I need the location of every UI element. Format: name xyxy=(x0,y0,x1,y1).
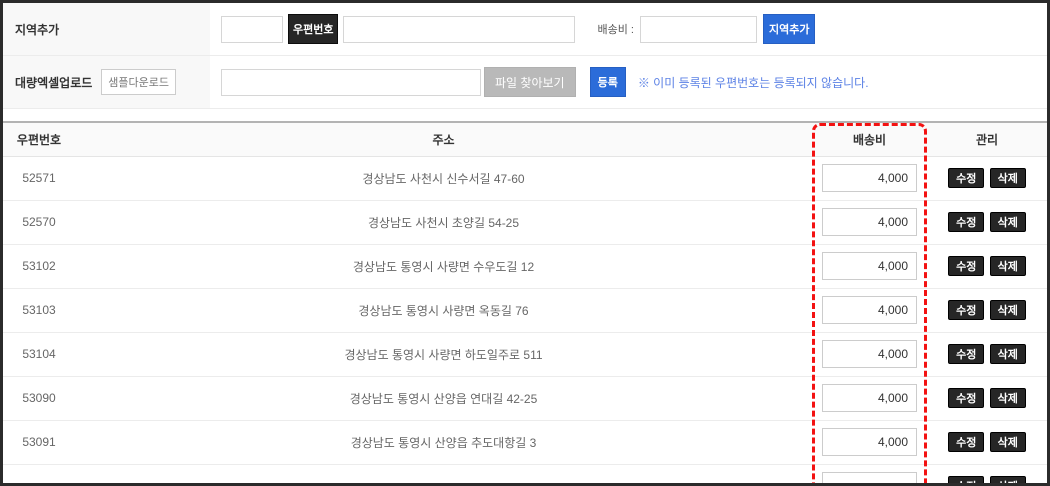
address-cell: 경상남도 통영시 산양읍 추도대항길 3 xyxy=(75,420,812,464)
shipping-fee-cell xyxy=(812,156,927,200)
bulk-upload-content: 파일 찾아보기 등록 ※ 이미 등록된 우편번호는 등록되지 않습니다. xyxy=(210,56,1047,108)
table-row: 53104 경상남도 통영시 사량면 하도일주로 511 수정 삭제 xyxy=(3,332,1047,376)
region-add-content: 우편번호 배송비 : 지역추가 xyxy=(210,3,1047,55)
edit-button[interactable]: 수정 xyxy=(948,256,984,276)
file-browse-button[interactable]: 파일 찾아보기 xyxy=(484,67,576,97)
delete-button[interactable]: 삭제 xyxy=(990,168,1026,188)
shipping-fee-cell xyxy=(812,200,927,244)
shipping-fee-admin-panel: 지역추가 우편번호 배송비 : 지역추가 대량엑셀업로드 샘플다운로드 파일 찾… xyxy=(0,0,1050,486)
manage-cell: 수정 삭제 xyxy=(927,420,1047,464)
manage-cell: 수정 삭제 xyxy=(927,376,1047,420)
address-cell: 경상남도 통영시 산양읍 연대길 42-25 xyxy=(75,376,812,420)
header-postal-code: 우편번호 xyxy=(3,123,75,156)
manage-cell: 수정 삭제 xyxy=(927,244,1047,288)
delete-button[interactable]: 삭제 xyxy=(990,344,1026,364)
address-cell: 경상남도 통영시 사량면 옥동길 76 xyxy=(75,288,812,332)
shipping-fee-input[interactable] xyxy=(822,340,917,368)
address-cell: 경상남도 통영시 사량면 하도일주로 511 xyxy=(75,332,812,376)
fee-table-header-row: 우편번호 주소 배송비 관리 xyxy=(3,123,1047,156)
address-cell: 경상남도 사천시 초양길 54-25 xyxy=(75,200,812,244)
shipping-fee-cell xyxy=(812,464,927,486)
table-row: 53102 경상남도 통영시 사량면 수우도길 12 수정 삭제 xyxy=(3,244,1047,288)
address-cell: 경상남도 사천시 신수서길 47-60 xyxy=(75,156,812,200)
postal-code-cell: 53104 xyxy=(3,332,75,376)
edit-button[interactable]: 수정 xyxy=(948,212,984,232)
postal-code-cell xyxy=(3,464,75,486)
fee-table: 우편번호 주소 배송비 관리 52571 경상남도 사천시 신수서길 47-60… xyxy=(3,123,1047,486)
shipping-fee-cell xyxy=(812,376,927,420)
manage-cell: 수정 삭제 xyxy=(927,200,1047,244)
table-row: 53091 경상남도 통영시 산양읍 추도대항길 3 수정 삭제 xyxy=(3,420,1047,464)
sample-download-button[interactable]: 샘플다운로드 xyxy=(101,69,176,95)
address-input[interactable] xyxy=(343,16,575,43)
delete-button[interactable]: 삭제 xyxy=(990,476,1026,486)
table-row: 수정 삭제 xyxy=(3,464,1047,486)
shipping-fee-input[interactable] xyxy=(822,472,917,486)
shipping-fee-cell xyxy=(812,332,927,376)
shipping-fee-cell xyxy=(812,288,927,332)
fee-table-body: 52571 경상남도 사천시 신수서길 47-60 수정 삭제 52570 경상… xyxy=(3,156,1047,486)
shipping-fee-input[interactable] xyxy=(822,208,917,236)
shipping-fee-input[interactable] xyxy=(822,252,917,280)
region-add-button[interactable]: 지역추가 xyxy=(763,14,815,44)
postal-code-search-button[interactable]: 우편번호 xyxy=(288,14,338,44)
delete-button[interactable]: 삭제 xyxy=(990,388,1026,408)
table-row: 53103 경상남도 통영시 사량면 옥동길 76 수정 삭제 xyxy=(3,288,1047,332)
bulk-upload-label: 대량엑셀업로드 xyxy=(15,74,92,91)
shipping-fee-input[interactable] xyxy=(822,296,917,324)
shipping-fee-input[interactable] xyxy=(822,428,917,456)
postal-code-cell: 53102 xyxy=(3,244,75,288)
table-row: 52570 경상남도 사천시 초양길 54-25 수정 삭제 xyxy=(3,200,1047,244)
delete-button[interactable]: 삭제 xyxy=(990,432,1026,452)
postal-code-cell: 52571 xyxy=(3,156,75,200)
edit-button[interactable]: 수정 xyxy=(948,344,984,364)
header-address: 주소 xyxy=(75,123,812,156)
edit-button[interactable]: 수정 xyxy=(948,432,984,452)
shipping-fee-cell xyxy=(812,420,927,464)
header-shipping-fee: 배송비 xyxy=(812,123,927,156)
address-cell: 경상남도 통영시 사량면 수우도길 12 xyxy=(75,244,812,288)
address-cell xyxy=(75,464,812,486)
shipping-fee-cell xyxy=(812,244,927,288)
postal-code-cell: 52570 xyxy=(3,200,75,244)
manage-cell: 수정 삭제 xyxy=(927,288,1047,332)
manage-cell: 수정 삭제 xyxy=(927,464,1047,486)
postal-code-cell: 53103 xyxy=(3,288,75,332)
table-row: 53090 경상남도 통영시 산양읍 연대길 42-25 수정 삭제 xyxy=(3,376,1047,420)
edit-button[interactable]: 수정 xyxy=(948,388,984,408)
shipping-fee-form-label: 배송비 : xyxy=(597,21,633,37)
delete-button[interactable]: 삭제 xyxy=(990,212,1026,232)
bulk-upload-label-cell: 대량엑셀업로드 샘플다운로드 xyxy=(3,56,210,108)
bulk-upload-row: 대량엑셀업로드 샘플다운로드 파일 찾아보기 등록 ※ 이미 등록된 우편번호는… xyxy=(3,56,1047,109)
header-manage: 관리 xyxy=(927,123,1047,156)
postal-code-cell: 53090 xyxy=(3,376,75,420)
manage-cell: 수정 삭제 xyxy=(927,332,1047,376)
manage-cell: 수정 삭제 xyxy=(927,156,1047,200)
shipping-fee-input[interactable] xyxy=(822,164,917,192)
delete-button[interactable]: 삭제 xyxy=(990,256,1026,276)
fee-table-section: 우편번호 주소 배송비 관리 52571 경상남도 사천시 신수서길 47-60… xyxy=(3,121,1047,486)
file-path-input[interactable] xyxy=(221,69,481,96)
shipping-fee-form-input[interactable] xyxy=(640,16,757,43)
register-button[interactable]: 등록 xyxy=(590,67,626,97)
edit-button[interactable]: 수정 xyxy=(948,300,984,320)
edit-button[interactable]: 수정 xyxy=(948,476,984,486)
region-add-row: 지역추가 우편번호 배송비 : 지역추가 xyxy=(3,3,1047,56)
shipping-fee-input[interactable] xyxy=(822,384,917,412)
delete-button[interactable]: 삭제 xyxy=(990,300,1026,320)
edit-button[interactable]: 수정 xyxy=(948,168,984,188)
postal-code-input[interactable] xyxy=(221,16,283,43)
postal-code-cell: 53091 xyxy=(3,420,75,464)
table-row: 52571 경상남도 사천시 신수서길 47-60 수정 삭제 xyxy=(3,156,1047,200)
region-add-label: 지역추가 xyxy=(3,3,210,55)
upload-note: ※ 이미 등록된 우편번호는 등록되지 않습니다. xyxy=(638,74,869,91)
